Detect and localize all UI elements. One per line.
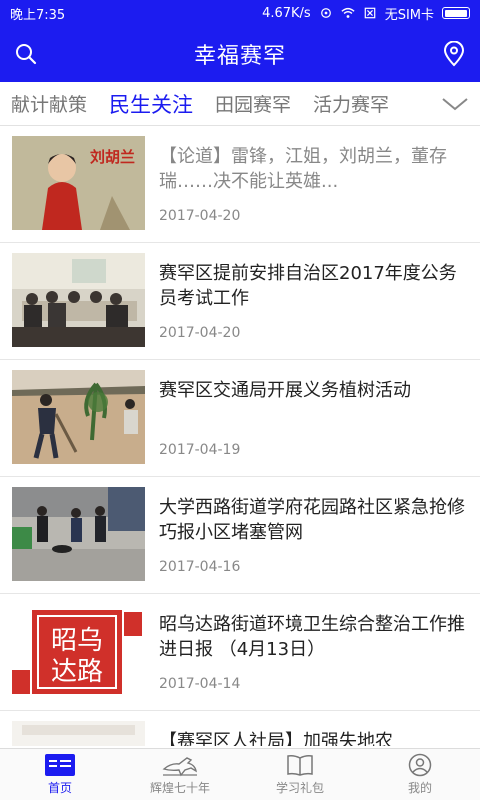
seal-text-bottom: 达路	[51, 657, 103, 687]
wifi-icon	[341, 7, 355, 18]
news-thumbnail	[12, 370, 145, 464]
sim-icon	[364, 7, 376, 19]
news-list: 刘胡兰 【论道】雷锋，江姐，刘胡兰，董存瑞……决不能让英雄... 2017-04…	[0, 126, 480, 746]
tab-suggestions[interactable]: 献计献策	[0, 90, 98, 117]
news-date: 2017-04-19	[159, 442, 241, 458]
news-thumbnail	[12, 721, 145, 746]
search-button[interactable]	[12, 40, 40, 68]
news-title: 赛罕区提前安排自治区2017年度公务员考试工作	[159, 263, 457, 309]
category-tabs: 献计献策 民生关注 田园赛罕 活力赛罕	[0, 82, 480, 126]
nav-mine[interactable]: 我的	[360, 749, 480, 800]
news-item[interactable]: 大学西路街道学府花园路社区紧急抢修巧报小区堵塞管网 2017-04-16	[0, 477, 480, 594]
nav-mine-label: 我的	[407, 781, 432, 795]
news-item[interactable]: 昭乌 达路 昭乌达路街道环境卫生综合整治工作推进日报 （4月13日） 2017-…	[0, 594, 480, 711]
network-speed: 4.67K/s	[262, 5, 311, 21]
news-date: 2017-04-14	[159, 676, 241, 692]
app-header: 幸福赛罕	[0, 26, 480, 82]
chevron-down-icon	[442, 98, 468, 111]
page-title: 幸福赛罕	[193, 44, 286, 69]
news-item[interactable]: 刘胡兰 【论道】雷锋，江姐，刘胡兰，董存瑞……决不能让英雄... 2017-04…	[0, 126, 480, 243]
horse-icon	[162, 757, 197, 777]
nav-study-pack-label: 学习礼包	[275, 781, 324, 795]
location-button[interactable]	[440, 40, 468, 68]
news-thumbnail	[12, 253, 145, 347]
nav-seventy-years[interactable]: 辉煌七十年	[120, 749, 240, 800]
status-bar: 晚上7:35 4.67K/s 无SIM卡	[0, 0, 480, 26]
nav-seventy-years-label: 辉煌七十年	[149, 781, 210, 795]
news-title: 【论道】雷锋，江姐，刘胡兰，董存瑞……决不能让英雄...	[159, 146, 447, 192]
battery-icon	[442, 7, 470, 19]
status-time: 晚上7:35	[10, 7, 66, 23]
news-thumbnail	[12, 487, 145, 581]
location-pin-icon	[443, 41, 464, 67]
news-title: 赛罕区交通局开展义务植树活动	[159, 380, 411, 401]
news-title: 【赛罕区人社局】加强失地农	[159, 731, 393, 746]
news-title: 大学西路街道学府花园路社区紧急抢修巧报小区堵塞管网	[159, 497, 465, 543]
data-saver-icon	[320, 8, 331, 18]
nav-home-label: 首页	[47, 781, 72, 795]
news-date: 2017-04-20	[159, 208, 241, 224]
news-thumbnail: 昭乌 达路	[12, 604, 145, 698]
expand-tabs-button[interactable]	[438, 90, 472, 118]
search-icon	[16, 44, 37, 65]
seal-image: 昭乌 达路	[12, 604, 145, 698]
news-date: 2017-04-20	[159, 325, 241, 341]
profile-icon	[408, 753, 432, 777]
news-item[interactable]: 赛罕区交通局开展义务植树活动 2017-04-19	[0, 360, 480, 477]
news-date: 2017-04-16	[159, 559, 241, 575]
seal-text-top: 昭乌	[51, 626, 103, 656]
book-icon	[287, 755, 313, 776]
tab-livelihood[interactable]: 民生关注	[98, 89, 204, 119]
sim-status: 无SIM卡	[384, 7, 434, 23]
nav-study-pack[interactable]: 学习礼包	[240, 749, 360, 800]
news-thumbnail: 刘胡兰	[12, 136, 145, 230]
tab-vitality[interactable]: 活力赛罕	[302, 90, 400, 117]
svg-text:刘胡兰: 刘胡兰	[90, 148, 135, 166]
nav-home[interactable]: 首页	[0, 749, 120, 800]
news-item[interactable]: 赛罕区提前安排自治区2017年度公务员考试工作 2017-04-20	[0, 243, 480, 360]
bottom-nav: 首页 辉煌七十年 学习礼包 我的	[0, 748, 480, 800]
news-item[interactable]: 【赛罕区人社局】加强失地农	[0, 711, 480, 746]
home-icon	[45, 754, 75, 776]
tab-rural[interactable]: 田园赛罕	[204, 90, 302, 117]
news-title: 昭乌达路街道环境卫生综合整治工作推进日报 （4月13日）	[159, 614, 465, 660]
